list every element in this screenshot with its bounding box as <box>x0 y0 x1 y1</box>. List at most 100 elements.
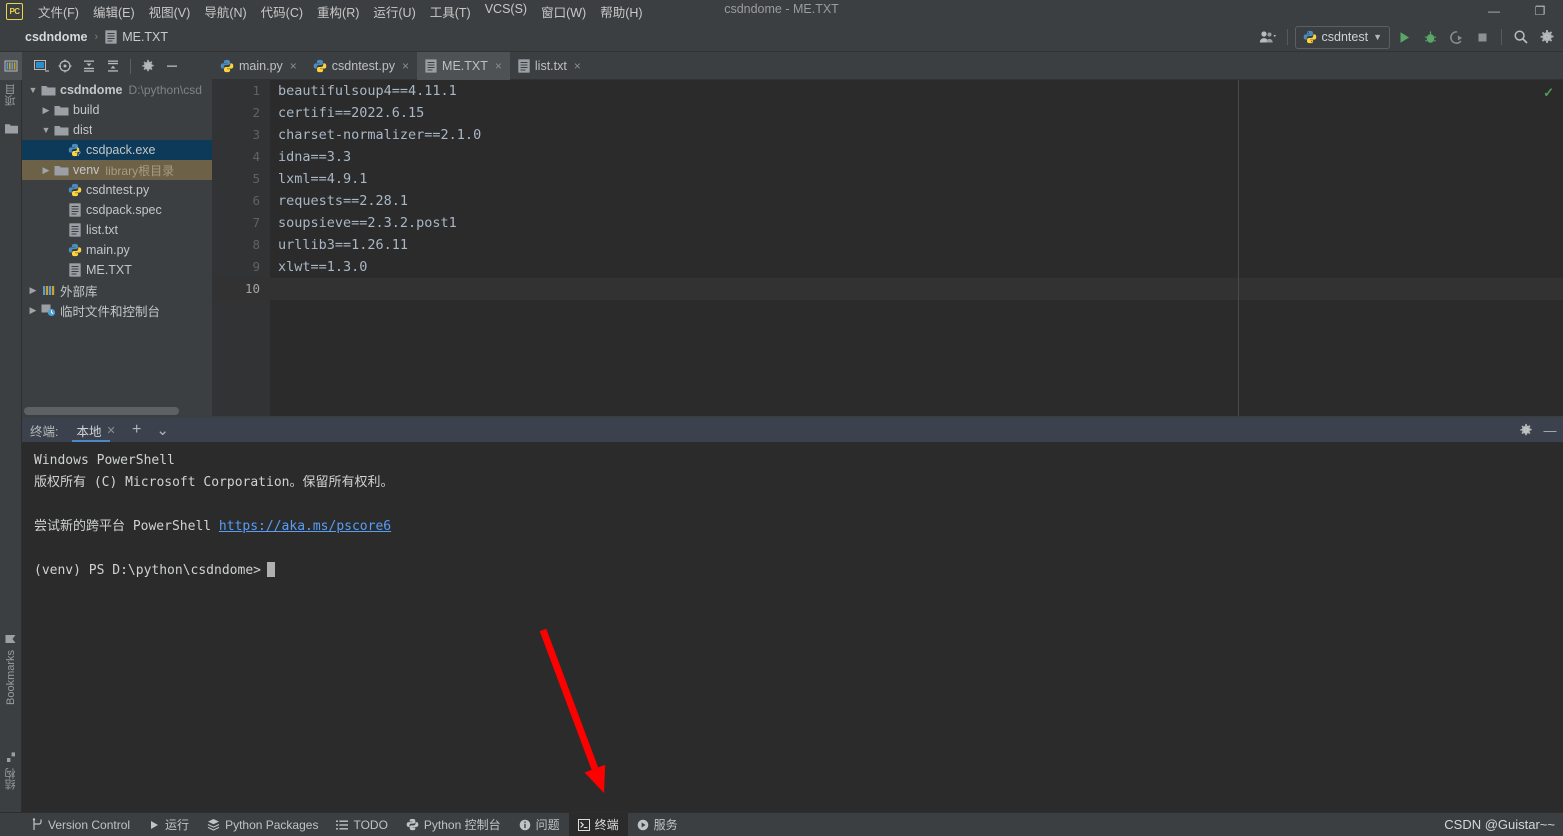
gutter-line-number[interactable]: 10 <box>212 278 270 300</box>
gutter-line-number[interactable]: 2 <box>212 102 270 124</box>
code-line[interactable]: charset-normalizer==2.1.0 <box>270 124 1563 146</box>
sidebar-label-project[interactable]: 项目 <box>0 78 22 112</box>
chevron-right-icon[interactable]: ▶ <box>26 305 40 316</box>
status-bar-item-todo[interactable]: TODO <box>327 813 396 836</box>
menu-window[interactable]: 窗口(W) <box>534 1 593 22</box>
menu-tools[interactable]: 工具(T) <box>423 1 478 22</box>
user-account-icon[interactable] <box>1256 25 1280 49</box>
sidebar-item-files[interactable] <box>0 114 22 142</box>
menu-refactor[interactable]: 重构(R) <box>310 1 366 22</box>
status-bar-item-python[interactable]: Python 控制台 <box>397 813 510 836</box>
gutter-line-number[interactable]: 7 <box>212 212 270 234</box>
new-terminal-tab-button[interactable]: + <box>126 419 148 441</box>
tree-node-me-txt[interactable]: ME.TXT <box>22 260 212 280</box>
code-line[interactable]: idna==3.3 <box>270 146 1563 168</box>
select-opened-file-icon[interactable] <box>54 55 76 77</box>
status-bar-item-version-control[interactable]: Version Control <box>22 813 139 836</box>
menu-navigate[interactable]: 导航(N) <box>197 1 253 22</box>
run-with-coverage-button[interactable] <box>1444 25 1468 49</box>
editor-tab-list-txt[interactable]: list.txt × <box>510 52 589 79</box>
editor-tab-close-icon[interactable]: × <box>495 59 502 73</box>
tree-node-csdpack-exe[interactable]: ? csdpack.exe <box>22 140 212 160</box>
terminal-hide-button[interactable]: — <box>1539 419 1561 441</box>
sidebar-item-bookmarks[interactable]: Bookmarks <box>0 614 22 724</box>
status-bar-item-[interactable]: 服务 <box>628 813 687 836</box>
menu-edit[interactable]: 编辑(E) <box>86 1 142 22</box>
terminal-tab-local[interactable]: 本地 ✕ <box>70 418 121 442</box>
minimize-button[interactable]: — <box>1471 0 1517 22</box>
editor-tab-me-txt[interactable]: ME.TXT × <box>417 52 510 80</box>
sidebar-item-structure[interactable]: 结构 <box>0 738 22 804</box>
tree-node-dist[interactable]: ▼ dist <box>22 120 212 140</box>
status-bar-item-[interactable]: 问题 <box>510 813 569 836</box>
chevron-right-icon[interactable]: ▶ <box>39 105 53 116</box>
menu-file[interactable]: 文件(F) <box>31 1 86 22</box>
terminal-tabs-dropdown-icon[interactable]: ⌄ <box>152 419 174 441</box>
editor-tab-csdntest-py[interactable]: csdntest.py × <box>305 52 417 79</box>
tree-node-[interactable]: ▶ 临时文件和控制台 <box>22 300 212 320</box>
collapse-all-icon[interactable] <box>102 55 124 77</box>
tree-node-main-py[interactable]: main.py <box>22 240 212 260</box>
editor-area[interactable]: 1 2 3 4 5 6 7 8 9 10 beautifulsoup4==4.11.1 certif… <box>212 80 1563 416</box>
editor-code[interactable]: beautifulsoup4==4.11.1 certifi==2022.6.15… <box>270 80 1563 416</box>
tree-node-csdndome[interactable]: ▼ csdndome D:\python\csd <box>22 80 212 100</box>
tree-node-csdpack-spec[interactable]: csdpack.spec <box>22 200 212 220</box>
terminal-settings-gear-icon[interactable] <box>1515 419 1537 441</box>
gutter-line-number[interactable]: 1 <box>212 80 270 102</box>
gutter-line-number[interactable]: 3 <box>212 124 270 146</box>
editor-tab-close-icon[interactable]: × <box>290 59 297 73</box>
code-line[interactable]: urllib3==1.26.11 <box>270 234 1563 256</box>
chevron-down-icon[interactable]: ▼ <box>26 85 40 95</box>
code-line[interactable]: soupsieve==2.3.2.post1 <box>270 212 1563 234</box>
gutter-line-number[interactable]: 5 <box>212 168 270 190</box>
chevron-down-icon[interactable]: ▼ <box>39 125 53 135</box>
gutter-line-number[interactable]: 4 <box>212 146 270 168</box>
code-line[interactable]: beautifulsoup4==4.11.1 <box>270 80 1563 102</box>
project-scope-button[interactable] <box>30 55 52 77</box>
settings-gear-icon[interactable] <box>1535 25 1559 49</box>
sidebar-item-project[interactable] <box>0 52 22 80</box>
inspection-status-icon[interactable]: ✓ <box>1543 85 1554 101</box>
tree-node-[interactable]: ▶ 外部库 <box>22 280 212 300</box>
gutter-line-number[interactable]: 9 <box>212 256 270 278</box>
search-icon[interactable] <box>1509 25 1533 49</box>
stop-button[interactable] <box>1470 25 1494 49</box>
editor-tab-close-icon[interactable]: × <box>574 59 581 73</box>
code-line[interactable]: requests==2.28.1 <box>270 190 1563 212</box>
chevron-right-icon[interactable]: ▶ <box>39 165 53 176</box>
chevron-right-icon[interactable]: ▶ <box>26 285 40 296</box>
hide-panel-icon[interactable] <box>161 55 183 77</box>
tree-node-csdntest-py[interactable]: csdntest.py <box>22 180 212 200</box>
menu-view[interactable]: 视图(V) <box>142 1 198 22</box>
project-hscroll-thumb[interactable] <box>24 407 179 415</box>
run-configuration-selector[interactable]: csdntest ▼ <box>1294 25 1390 49</box>
gutter-line-number[interactable]: 6 <box>212 190 270 212</box>
tree-node-list-txt[interactable]: list.txt <box>22 220 212 240</box>
gutter-line-number[interactable]: 8 <box>212 234 270 256</box>
menu-code[interactable]: 代码(C) <box>254 1 310 22</box>
status-bar-item-python-packages[interactable]: Python Packages <box>198 813 327 836</box>
project-settings-gear-icon[interactable] <box>137 55 159 77</box>
powershell-download-link[interactable]: https://aka.ms/pscore6 <box>219 519 391 534</box>
breadcrumb-file[interactable]: ME.TXT <box>102 29 171 44</box>
menu-help[interactable]: 帮助(H) <box>593 1 649 22</box>
terminal-output[interactable]: Windows PowerShell 版权所有 (C) Microsoft Cor… <box>22 442 1563 812</box>
tree-node-build[interactable]: ▶ build <box>22 100 212 120</box>
code-line[interactable] <box>270 278 1563 300</box>
editor-tab-close-icon[interactable]: × <box>402 59 409 73</box>
project-tree[interactable]: ▼ csdndome D:\python\csd ▶ build ▼ dist? csdpac… <box>22 80 212 405</box>
debug-button[interactable] <box>1418 25 1442 49</box>
editor-tab-main-py[interactable]: main.py × <box>212 52 305 79</box>
run-button[interactable] <box>1392 25 1416 49</box>
menu-run[interactable]: 运行(U) <box>366 1 422 22</box>
tree-node-venv[interactable]: ▶ venv library根目录 <box>22 160 212 180</box>
status-bar-item-[interactable]: 终端 <box>568 812 628 836</box>
breadcrumb-project[interactable]: csdndome <box>22 30 91 44</box>
code-line[interactable]: certifi==2022.6.15 <box>270 102 1563 124</box>
code-line[interactable]: xlwt==1.3.0 <box>270 256 1563 278</box>
terminal-tab-close-icon[interactable]: ✕ <box>107 424 116 437</box>
menu-vcs[interactable]: VCS(S) <box>478 1 534 22</box>
maximize-button[interactable]: ❐ <box>1517 0 1563 22</box>
status-bar-item-[interactable]: 运行 <box>139 813 198 836</box>
code-line[interactable]: lxml==4.9.1 <box>270 168 1563 190</box>
